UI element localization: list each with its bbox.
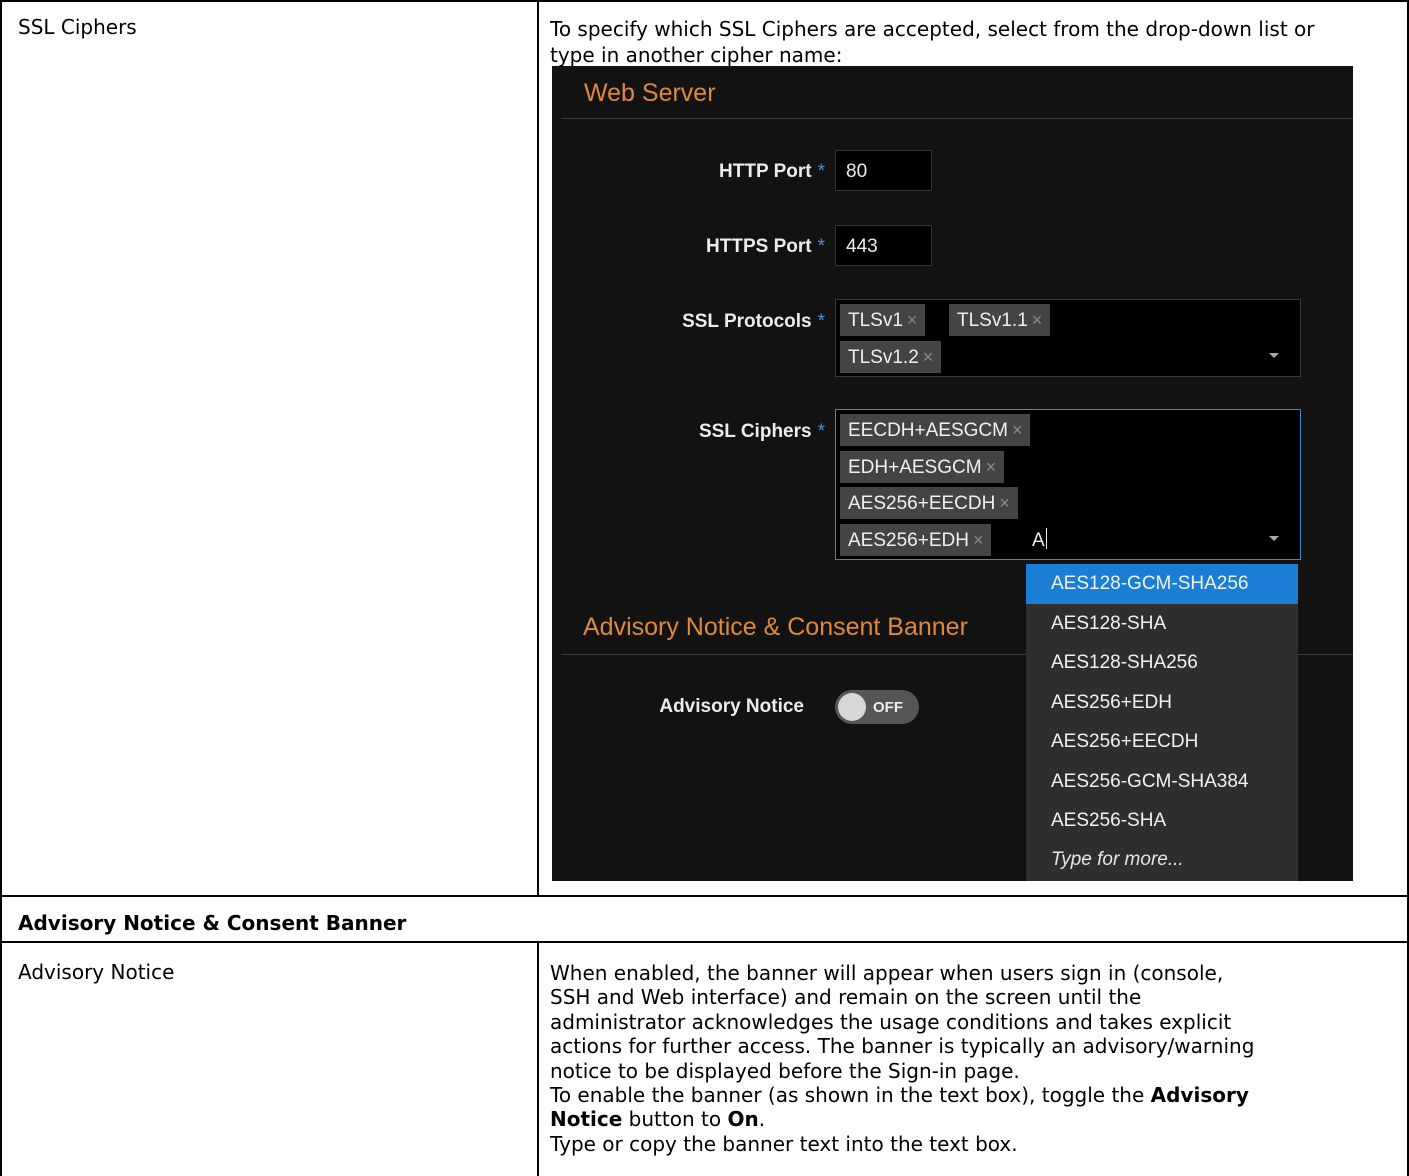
ssl-protocols-select[interactable]: TLSv1 × TLSv1.1 × TLSv1.2 × [835, 299, 1301, 377]
https-port-input[interactable]: 443 [835, 225, 932, 266]
remove-tag-icon[interactable]: × [986, 457, 997, 477]
web-server-screenshot: Web Server HTTP Port * 80 HTTPS Port * 443… [552, 66, 1353, 881]
description-line: SSH and Web interface) and remain on the… [550, 985, 1142, 1010]
description-line: actions for further access. The banner i… [550, 1034, 1255, 1059]
toggle-knob[interactable] [838, 693, 866, 721]
enable-instruction: To enable the banner (as shown in the te… [550, 1083, 1249, 1132]
dropdown-option[interactable]: AES128-GCM-SHA256 [1026, 564, 1298, 604]
param-advisory-notice: Advisory Notice [18, 960, 175, 984]
advisory-notice-toggle[interactable]: OFF [835, 690, 919, 724]
remove-tag-icon[interactable]: × [999, 493, 1010, 513]
cipher-tag[interactable]: EDH+AESGCM × [840, 451, 1005, 483]
description-line: administrator acknowledges the usage con… [550, 1009, 1232, 1034]
protocol-tag[interactable]: TLSv1.2 × [840, 341, 942, 373]
remove-tag-icon[interactable]: × [907, 310, 918, 330]
description-line: Type or copy the banner text into the te… [550, 1131, 1018, 1156]
remove-tag-icon[interactable]: × [973, 530, 984, 550]
ssl-protocols-label: SSL Protocols * [682, 311, 825, 332]
dropdown-option[interactable]: AES128-SHA [1026, 604, 1298, 644]
required-marker: * [817, 421, 825, 442]
chevron-down-icon[interactable] [1269, 353, 1279, 358]
column-divider-top [537, 0, 539, 896]
web-server-title: Web Server [584, 79, 716, 107]
description-line: notice to be displayed before the Sign-i… [550, 1058, 1020, 1083]
remove-tag-icon[interactable]: × [1032, 310, 1043, 330]
ssl-ciphers-label: SSL Ciphers * [698, 421, 825, 442]
required-marker: * [817, 161, 825, 182]
column-divider-bottom [537, 941, 539, 1176]
param-ssl-ciphers: SSL Ciphers [18, 15, 137, 39]
description-line: When enabled, the banner will appear whe… [550, 961, 1224, 985]
dropdown-option[interactable]: AES256-GCM-SHA384 [1026, 762, 1298, 802]
cipher-tag[interactable]: AES256+EECDH × [840, 487, 1018, 519]
protocol-tag[interactable]: TLSv1.1 × [949, 304, 1051, 336]
ssl-ciphers-description: To specify which SSL Ciphers are accepte… [550, 17, 1315, 67]
https-port-label: HTTPS Port * [706, 236, 825, 257]
row-divider-1 [0, 895, 1409, 897]
advisory-notice-label: Advisory Notice [659, 696, 804, 717]
protocol-tag[interactable]: TLSv1 × [840, 304, 926, 336]
dropdown-option[interactable]: AES256-SHA [1026, 801, 1298, 841]
remove-tag-icon[interactable]: × [923, 347, 934, 367]
web-server-divider [561, 118, 1353, 119]
cipher-search-input[interactable]: A [1032, 528, 1047, 552]
http-port-label: HTTP Port * [719, 161, 825, 182]
dropdown-option[interactable]: AES256+EDH [1026, 683, 1298, 723]
http-port-input[interactable]: 80 [835, 150, 932, 191]
cipher-tag[interactable]: EECDH+AESGCM × [840, 414, 1031, 446]
dropdown-option[interactable]: AES128-SHA256 [1026, 643, 1298, 683]
section-header-advisory: Advisory Notice & Consent Banner [18, 911, 407, 935]
text-cursor [1045, 528, 1047, 549]
dropdown-option[interactable]: AES256+EECDH [1026, 722, 1298, 762]
remove-tag-icon[interactable]: × [1012, 420, 1023, 440]
toggle-state-label: OFF [873, 699, 903, 716]
required-marker: * [817, 236, 825, 257]
chevron-down-icon[interactable] [1269, 536, 1279, 541]
dropdown-type-more-hint: Type for more... [1051, 849, 1184, 870]
ssl-ciphers-select[interactable]: EECDH+AESGCM × EDH+AESGCM × AES256+EECDH × … [835, 409, 1301, 560]
advisory-notice-description: When enabled, the banner will appear whe… [550, 961, 1400, 1156]
table-border-left [0, 0, 2, 1176]
row-divider-2 [0, 941, 1409, 943]
table-border-top [0, 0, 1409, 2]
cipher-tag[interactable]: AES256+EDH × [840, 524, 992, 556]
required-marker: * [817, 311, 825, 332]
advisory-section-title: Advisory Notice & Consent Banner [583, 613, 968, 641]
cipher-dropdown-list: AES128-GCM-SHA256 AES128-SHA AES128-SHA2… [1026, 564, 1298, 881]
